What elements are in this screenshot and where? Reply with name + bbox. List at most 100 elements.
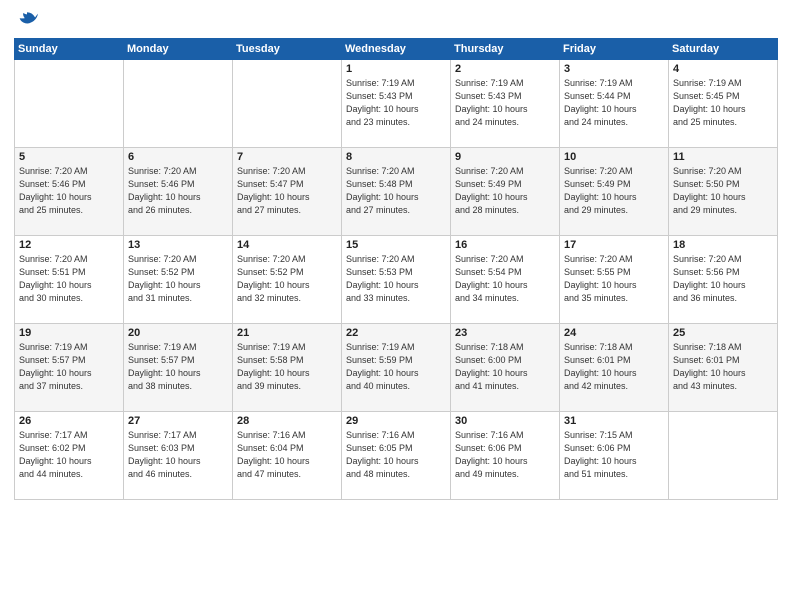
day-info: Sunrise: 7:20 AM Sunset: 5:52 PM Dayligh… — [128, 253, 228, 305]
week-row-3: 19 Sunrise: 7:19 AM Sunset: 5:57 PM Dayli… — [15, 324, 778, 412]
day-cell — [15, 60, 124, 148]
day-info: Sunrise: 7:17 AM Sunset: 6:03 PM Dayligh… — [128, 429, 228, 481]
day-info: Sunrise: 7:19 AM Sunset: 5:44 PM Dayligh… — [564, 77, 664, 129]
day-header-sunday: Sunday — [15, 39, 124, 60]
day-cell: 18 Sunrise: 7:20 AM Sunset: 5:56 PM Dayli… — [669, 236, 778, 324]
day-info: Sunrise: 7:19 AM Sunset: 5:58 PM Dayligh… — [237, 341, 337, 393]
day-cell — [124, 60, 233, 148]
day-number: 15 — [346, 239, 446, 251]
logo-icon — [16, 10, 38, 32]
day-number: 31 — [564, 415, 664, 427]
day-info: Sunrise: 7:20 AM Sunset: 5:52 PM Dayligh… — [237, 253, 337, 305]
day-cell: 24Sunrise: 7:18 AM Sunset: 6:01 PM Dayli… — [560, 324, 669, 412]
day-info: Sunrise: 7:17 AM Sunset: 6:02 PM Dayligh… — [19, 429, 119, 481]
day-cell: 27Sunrise: 7:17 AM Sunset: 6:03 PM Dayli… — [124, 412, 233, 500]
day-info: Sunrise: 7:19 AM Sunset: 5:59 PM Dayligh… — [346, 341, 446, 393]
day-cell: 8 Sunrise: 7:20 AM Sunset: 5:48 PM Daylig… — [342, 148, 451, 236]
day-info: Sunrise: 7:20 AM Sunset: 5:53 PM Dayligh… — [346, 253, 446, 305]
day-cell — [669, 412, 778, 500]
day-number: 13 — [128, 239, 228, 251]
day-header-wednesday: Wednesday — [342, 39, 451, 60]
day-cell: 2 Sunrise: 7:19 AM Sunset: 5:43 PM Daylig… — [451, 60, 560, 148]
calendar: SundayMondayTuesdayWednesdayThursdayFrid… — [14, 38, 778, 500]
day-cell: 3 Sunrise: 7:19 AM Sunset: 5:44 PM Daylig… — [560, 60, 669, 148]
days-header-row: SundayMondayTuesdayWednesdayThursdayFrid… — [15, 39, 778, 60]
day-info: Sunrise: 7:20 AM Sunset: 5:51 PM Dayligh… — [19, 253, 119, 305]
day-cell: 14Sunrise: 7:20 AM Sunset: 5:52 PM Dayli… — [233, 236, 342, 324]
day-info: Sunrise: 7:20 AM Sunset: 5:56 PM Dayligh… — [673, 253, 773, 305]
day-number: 5 — [19, 151, 119, 163]
day-cell: 19 Sunrise: 7:19 AM Sunset: 5:57 PM Dayli… — [15, 324, 124, 412]
day-info: Sunrise: 7:20 AM Sunset: 5:54 PM Dayligh… — [455, 253, 555, 305]
day-number: 18 — [673, 239, 773, 251]
day-cell: 9 Sunrise: 7:20 AM Sunset: 5:49 PM Daylig… — [451, 148, 560, 236]
day-number: 28 — [237, 415, 337, 427]
day-cell: 30 Sunrise: 7:16 AM Sunset: 6:06 PM Dayli… — [451, 412, 560, 500]
day-info: Sunrise: 7:16 AM Sunset: 6:04 PM Dayligh… — [237, 429, 337, 481]
day-header-thursday: Thursday — [451, 39, 560, 60]
day-number: 16 — [455, 239, 555, 251]
day-cell — [233, 60, 342, 148]
header — [14, 10, 778, 32]
day-info: Sunrise: 7:20 AM Sunset: 5:49 PM Dayligh… — [564, 165, 664, 217]
day-info: Sunrise: 7:20 AM Sunset: 5:48 PM Dayligh… — [346, 165, 446, 217]
day-number: 12 — [19, 239, 119, 251]
week-row-2: 12 Sunrise: 7:20 AM Sunset: 5:51 PM Dayli… — [15, 236, 778, 324]
day-info: Sunrise: 7:20 AM Sunset: 5:46 PM Dayligh… — [128, 165, 228, 217]
page: SundayMondayTuesdayWednesdayThursdayFrid… — [0, 0, 792, 612]
day-number: 7 — [237, 151, 337, 163]
day-number: 11 — [673, 151, 773, 163]
day-info: Sunrise: 7:18 AM Sunset: 6:01 PM Dayligh… — [673, 341, 773, 393]
day-cell: 10 Sunrise: 7:20 AM Sunset: 5:49 PM Dayli… — [560, 148, 669, 236]
day-number: 23 — [455, 327, 555, 339]
day-number: 21 — [237, 327, 337, 339]
day-cell: 7 Sunrise: 7:20 AM Sunset: 5:47 PM Daylig… — [233, 148, 342, 236]
day-number: 10 — [564, 151, 664, 163]
day-number: 19 — [19, 327, 119, 339]
day-number: 30 — [455, 415, 555, 427]
day-cell: 29Sunrise: 7:16 AM Sunset: 6:05 PM Dayli… — [342, 412, 451, 500]
day-cell: 25 Sunrise: 7:18 AM Sunset: 6:01 PM Dayli… — [669, 324, 778, 412]
day-cell: 4 Sunrise: 7:19 AM Sunset: 5:45 PM Daylig… — [669, 60, 778, 148]
week-row-0: 1Sunrise: 7:19 AM Sunset: 5:43 PM Daylig… — [15, 60, 778, 148]
day-info: Sunrise: 7:20 AM Sunset: 5:50 PM Dayligh… — [673, 165, 773, 217]
day-number: 22 — [346, 327, 446, 339]
day-info: Sunrise: 7:16 AM Sunset: 6:06 PM Dayligh… — [455, 429, 555, 481]
day-number: 24 — [564, 327, 664, 339]
day-info: Sunrise: 7:20 AM Sunset: 5:49 PM Dayligh… — [455, 165, 555, 217]
day-number: 9 — [455, 151, 555, 163]
day-cell: 5 Sunrise: 7:20 AM Sunset: 5:46 PM Daylig… — [15, 148, 124, 236]
day-cell: 12 Sunrise: 7:20 AM Sunset: 5:51 PM Dayli… — [15, 236, 124, 324]
day-info: Sunrise: 7:20 AM Sunset: 5:47 PM Dayligh… — [237, 165, 337, 217]
day-cell: 17Sunrise: 7:20 AM Sunset: 5:55 PM Dayli… — [560, 236, 669, 324]
day-number: 25 — [673, 327, 773, 339]
day-number: 8 — [346, 151, 446, 163]
day-info: Sunrise: 7:19 AM Sunset: 5:45 PM Dayligh… — [673, 77, 773, 129]
day-cell: 13 Sunrise: 7:20 AM Sunset: 5:52 PM Dayli… — [124, 236, 233, 324]
day-number: 26 — [19, 415, 119, 427]
day-number: 2 — [455, 63, 555, 75]
day-header-friday: Friday — [560, 39, 669, 60]
logo — [14, 10, 40, 32]
day-info: Sunrise: 7:20 AM Sunset: 5:55 PM Dayligh… — [564, 253, 664, 305]
day-number: 4 — [673, 63, 773, 75]
day-info: Sunrise: 7:15 AM Sunset: 6:06 PM Dayligh… — [564, 429, 664, 481]
day-cell: 1Sunrise: 7:19 AM Sunset: 5:43 PM Daylig… — [342, 60, 451, 148]
day-info: Sunrise: 7:16 AM Sunset: 6:05 PM Dayligh… — [346, 429, 446, 481]
day-header-tuesday: Tuesday — [233, 39, 342, 60]
day-number: 20 — [128, 327, 228, 339]
day-cell: 20 Sunrise: 7:19 AM Sunset: 5:57 PM Dayli… — [124, 324, 233, 412]
day-cell: 21 Sunrise: 7:19 AM Sunset: 5:58 PM Dayli… — [233, 324, 342, 412]
day-cell: 15 Sunrise: 7:20 AM Sunset: 5:53 PM Dayli… — [342, 236, 451, 324]
day-info: Sunrise: 7:18 AM Sunset: 6:00 PM Dayligh… — [455, 341, 555, 393]
day-info: Sunrise: 7:19 AM Sunset: 5:57 PM Dayligh… — [128, 341, 228, 393]
day-info: Sunrise: 7:19 AM Sunset: 5:43 PM Dayligh… — [455, 77, 555, 129]
day-number: 3 — [564, 63, 664, 75]
day-info: Sunrise: 7:20 AM Sunset: 5:46 PM Dayligh… — [19, 165, 119, 217]
day-info: Sunrise: 7:19 AM Sunset: 5:43 PM Dayligh… — [346, 77, 446, 129]
day-cell: 26 Sunrise: 7:17 AM Sunset: 6:02 PM Dayli… — [15, 412, 124, 500]
day-header-saturday: Saturday — [669, 39, 778, 60]
day-cell: 22 Sunrise: 7:19 AM Sunset: 5:59 PM Dayli… — [342, 324, 451, 412]
day-number: 6 — [128, 151, 228, 163]
day-info: Sunrise: 7:19 AM Sunset: 5:57 PM Dayligh… — [19, 341, 119, 393]
